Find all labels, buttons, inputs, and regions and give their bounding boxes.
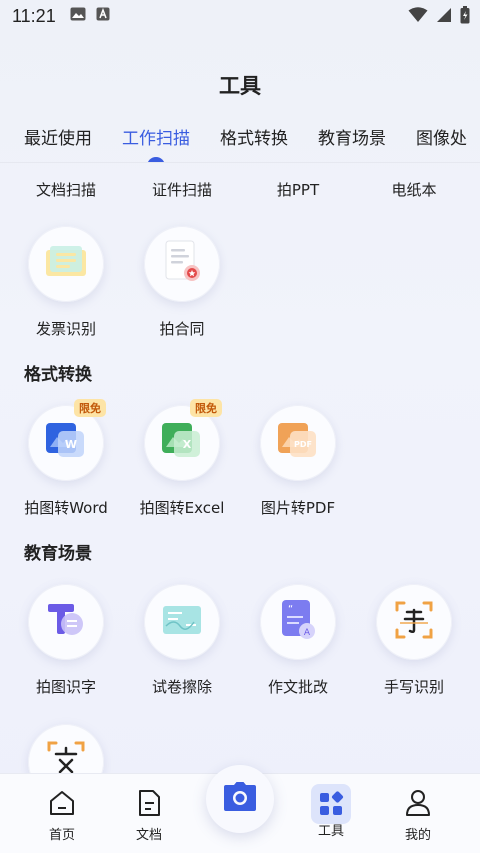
nav-tools-label: 工具: [317, 824, 344, 839]
tool-id-scan[interactable]: 证件扫描: [122, 179, 242, 200]
tool-partial-item[interactable]: [6, 724, 126, 773]
home-icon: [32, 788, 92, 822]
tool-label: 发票识别: [35, 320, 96, 338]
user-icon: [388, 788, 448, 822]
free-badge: 限免: [190, 399, 222, 417]
tool-essay-correct[interactable]: “ A 作文批改: [238, 584, 358, 714]
tool-label: 拍图转Word: [24, 499, 108, 517]
category-tabs: 最近使用 工作扫描 格式转换 教育场景 图像处: [0, 118, 480, 162]
text-recognize-icon: [44, 600, 88, 644]
tool-handwriting-recognize[interactable]: 手写识别: [354, 584, 474, 714]
font-icon: [96, 6, 110, 26]
tools-icon: [311, 784, 351, 824]
section-title-format: 格式转换: [24, 365, 92, 385]
nav-mine[interactable]: 我的: [388, 788, 448, 843]
essay-icon: “ A: [278, 598, 318, 646]
tool-photo-recognize-char[interactable]: 拍图识字: [6, 584, 126, 714]
camera-icon: [222, 781, 258, 817]
handwriting-icon: [394, 600, 434, 644]
tab-image-process[interactable]: 图像处: [416, 118, 467, 162]
excel-icon: X: [160, 421, 204, 465]
tab-recent[interactable]: 最近使用: [24, 118, 92, 162]
tool-invoice-recognize[interactable]: 发票识别: [6, 226, 126, 356]
page-title: 工具: [219, 74, 261, 98]
svg-text:X: X: [183, 438, 192, 451]
tool-doc-scan[interactable]: 文档扫描: [6, 179, 126, 200]
pdf-icon: PDF: [276, 421, 320, 465]
signal-icon: [436, 7, 452, 28]
wifi-icon: [408, 7, 428, 28]
tab-work-scan[interactable]: 工作扫描: [122, 118, 190, 162]
tools-content[interactable]: 文档扫描 证件扫描 拍PPT 电纸本 发票识别 拍合同 格式转换 W 限免 拍图…: [0, 163, 480, 773]
nav-documents[interactable]: 文档: [119, 788, 179, 843]
free-badge: 限免: [74, 399, 106, 417]
camera-button[interactable]: [206, 765, 274, 833]
tool-label: 拍合同: [159, 320, 205, 338]
nav-home[interactable]: 首页: [32, 788, 92, 843]
status-bar: 11:21: [0, 0, 480, 32]
document-icon: [119, 788, 179, 822]
word-icon: W: [44, 421, 88, 465]
section-title-education: 教育场景: [24, 544, 92, 564]
tool-image-to-pdf[interactable]: PDF 图片转PDF: [238, 405, 358, 535]
nav-tools[interactable]: 工具: [301, 784, 361, 839]
invoice-icon: [44, 244, 88, 284]
svg-text:W: W: [65, 438, 77, 451]
tool-label: 拍图转Excel: [139, 499, 225, 517]
gallery-icon: [70, 6, 86, 26]
tab-education[interactable]: 教育场景: [318, 118, 386, 162]
tool-contract-scan[interactable]: 拍合同: [122, 226, 242, 356]
tool-label: 手写识别: [383, 678, 444, 696]
svg-text:A: A: [304, 628, 311, 638]
battery-icon: [460, 6, 470, 29]
tool-label: 试卷擦除: [151, 678, 212, 696]
contract-icon: [162, 239, 202, 289]
eraser-icon: [160, 602, 204, 642]
tool-label: 作文批改: [267, 678, 328, 696]
svg-text:PDF: PDF: [294, 440, 312, 449]
svg-text:“: “: [288, 604, 293, 615]
tool-label: 图片转PDF: [260, 499, 336, 517]
tool-label: 拍图识字: [35, 678, 96, 696]
tab-format-convert[interactable]: 格式转换: [220, 118, 288, 162]
char-scan-icon: [46, 740, 86, 773]
status-time: 11:21: [12, 5, 56, 26]
tool-ppt-scan[interactable]: 拍PPT: [238, 179, 358, 200]
tool-e-paper[interactable]: 电纸本: [354, 179, 474, 200]
nav-home-label: 首页: [48, 828, 75, 843]
tool-photo-to-excel[interactable]: X 限免 拍图转Excel: [122, 399, 242, 535]
nav-mine-label: 我的: [404, 828, 431, 843]
tool-photo-to-word[interactable]: W 限免 拍图转Word: [6, 399, 126, 535]
nav-documents-label: 文档: [135, 828, 162, 843]
tool-paper-erase[interactable]: 试卷擦除: [122, 584, 242, 714]
